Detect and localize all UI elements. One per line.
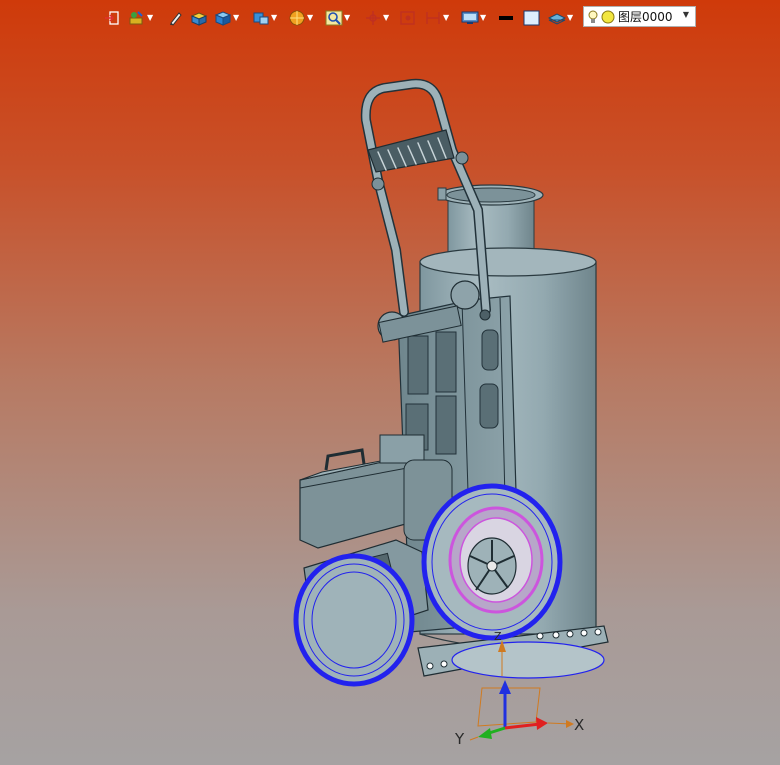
front-wheel[interactable] [421,483,563,641]
fill-color-icon [523,10,540,26]
cart-model[interactable] [0,0,780,765]
zoom-button[interactable]: ▼ [325,8,350,28]
x-axis-label: X [574,716,585,734]
pan-button[interactable]: ▼ [364,8,389,28]
solid-box-icon [190,12,208,26]
chevron-down-icon: ▼ [383,13,390,22]
layer-status-icon [601,10,615,23]
section-view-button[interactable] [400,8,416,28]
sketch-pencil-button[interactable] [168,8,182,28]
solid-box-button[interactable] [190,8,208,28]
line-color-button[interactable] [498,8,514,28]
cube-view-button[interactable]: ▼ [214,8,239,28]
chevron-down-icon: ▼ [307,13,314,22]
line-color-icon [499,16,513,20]
lightbulb-icon [588,10,598,23]
layer-select[interactable]: 图层0000 ▼ [583,6,696,27]
chevron-down-icon: ▼ [271,13,278,22]
rear-wheel[interactable] [293,553,415,687]
chevron-down-icon: ▼ [567,13,574,22]
chevron-down-icon: ▼ [344,13,351,22]
chevron-down-icon: ▼ [147,13,154,22]
z-axis-label: Z [494,630,502,643]
feature-wizard-button[interactable]: ▼ [128,8,153,28]
layer-name: 图层0000 [618,10,673,24]
feature-wizard-icon [129,11,143,25]
fill-color-button[interactable] [523,8,541,28]
monitor-icon [461,11,479,24]
chevron-down-icon: ▼ [480,13,487,22]
chevron-down-icon: ▼ [443,13,450,22]
section-view-icon [400,11,415,25]
chevron-down-icon: ▼ [233,13,240,22]
measure-icon [426,12,440,24]
zoom-icon [325,10,343,26]
chevron-down-icon: ▼ [682,10,689,19]
render-mode-button[interactable]: ▼ [288,8,313,28]
display-style-icon [253,12,269,25]
3d-viewport[interactable]: X Y Z ▼ ▼ ▼ ▼ ▼ ▼ ▼ ▼ ▼ 图层0000 ▼ [0,0,780,765]
render-mode-icon [289,10,305,26]
display-style-button[interactable]: ▼ [252,8,277,28]
cube-view-icon [214,11,232,26]
layer-button[interactable]: ▼ [548,8,573,28]
exit-sketch-button[interactable] [104,8,120,28]
exit-sketch-icon [105,11,119,25]
y-axis-label: Y [455,730,465,748]
monitor-button[interactable]: ▼ [461,8,486,28]
view-toolbar: ▼ ▼ ▼ ▼ ▼ ▼ ▼ ▼ ▼ 图层0000 ▼ [0,0,780,34]
layer-icon [548,13,566,25]
tank-neck[interactable] [437,184,544,258]
pencil-icon [170,12,182,26]
measure-button[interactable]: ▼ [424,8,449,28]
pan-icon [366,11,380,25]
